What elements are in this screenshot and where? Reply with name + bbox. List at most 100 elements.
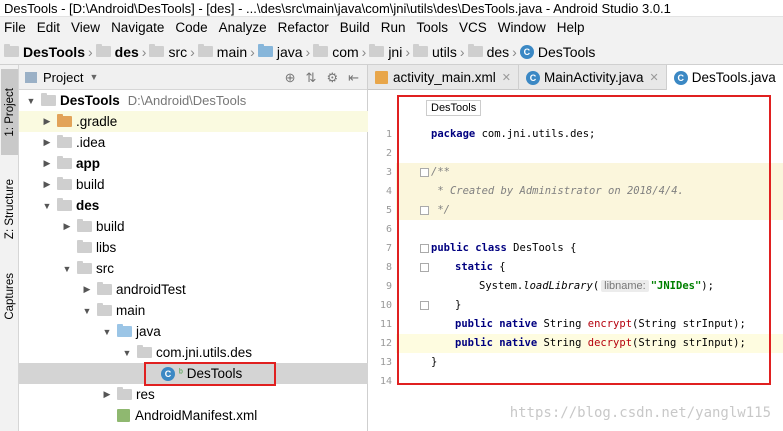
crumb-des-pkg[interactable]: des › [467, 44, 517, 60]
folder-icon [77, 219, 92, 232]
menu-window[interactable]: Window [494, 17, 550, 39]
folder-icon [97, 282, 112, 295]
menu-edit[interactable]: Edit [33, 17, 64, 39]
crumb-main[interactable]: main › [197, 44, 255, 60]
highlight-box-editor [397, 95, 771, 385]
editor-tabs: activity_main.xml ✕ C MainActivity.java ✕ C… [368, 65, 783, 90]
folder-icon [197, 44, 213, 57]
module-folder-icon [57, 156, 72, 169]
menu-file[interactable]: File [0, 17, 30, 39]
watermark: https://blog.csdn.net/yanglw115 [509, 405, 771, 421]
tab-mainactivity-java[interactable]: C MainActivity.java ✕ [519, 65, 667, 90]
line-number-gutter: 1 2 3 4 5 6 7 8 9 10 11 12 13 14 [368, 125, 396, 431]
crumb-destools-class[interactable]: C DesTools [519, 44, 595, 60]
project-panel-header: Project ▼ ⊕ ⇅ ⚙ ⇤ [19, 65, 367, 90]
folder-icon [57, 177, 72, 190]
hide-panel-icon[interactable]: ⇤ [348, 70, 359, 86]
tree-item-java[interactable]: ▼ java [19, 321, 368, 342]
menu-analyze[interactable]: Analyze [215, 17, 271, 39]
menu-view[interactable]: View [67, 17, 104, 39]
line-number: 1 [385, 129, 392, 140]
tree-item-app[interactable]: ▶ app [19, 153, 368, 174]
manifest-file-icon [117, 409, 130, 422]
crumb-des[interactable]: des › [95, 44, 146, 60]
project-panel-title[interactable]: Project [43, 70, 83, 85]
line-number: 6 [385, 224, 392, 235]
resource-folder-icon [117, 387, 132, 400]
tree-item-libs[interactable]: libs [19, 237, 368, 258]
tool-tab-project[interactable]: 1: Project [1, 69, 18, 155]
package-icon [369, 44, 385, 57]
folder-icon [97, 303, 112, 316]
crumb-java[interactable]: java › [257, 44, 310, 60]
class-icon: C [519, 44, 534, 59]
tree-item-idea[interactable]: ▶ .idea [19, 132, 368, 153]
folder-icon [149, 44, 165, 57]
tree-item-des-build[interactable]: ▶ build [19, 216, 368, 237]
package-icon [137, 345, 152, 358]
crumb-jni[interactable]: jni › [369, 44, 410, 60]
tree-item-res[interactable]: ▶ res [19, 384, 368, 405]
tab-destools-java[interactable]: CDesTools.java✕ [666, 65, 783, 90]
module-folder-icon [41, 93, 56, 106]
tree-item-manifest[interactable]: AndroidManifest.xml [19, 405, 368, 426]
class-icon: C [673, 70, 688, 85]
class-icon: C [526, 70, 540, 85]
line-number: 9 [385, 281, 392, 292]
tree-item-src[interactable]: ▼ src [19, 258, 368, 279]
folder-icon [77, 240, 92, 253]
module-folder-icon [57, 198, 72, 211]
line-number: 5 [385, 205, 392, 216]
line-number: 10 [379, 300, 392, 311]
tool-tab-captures[interactable]: Captures [1, 261, 18, 331]
tree-item-root[interactable]: ▼ DesTools D:\Android\DesTools [19, 90, 368, 111]
tab-activity-main-xml[interactable]: activity_main.xml ✕ [368, 65, 519, 90]
project-view-icon [25, 71, 37, 83]
tree-item-package[interactable]: ▼ com.jni.utils.des [19, 342, 368, 363]
line-number: 12 [379, 338, 392, 349]
line-number: 7 [385, 243, 392, 254]
tree-item-gradle[interactable]: ▶ .gradle [19, 111, 368, 132]
crumb-com[interactable]: com › [313, 44, 366, 60]
folder-icon [77, 261, 92, 274]
tree-item-androidtest[interactable]: ▶ androidTest [19, 279, 368, 300]
line-number: 11 [379, 319, 392, 330]
source-folder-icon [257, 44, 273, 57]
package-icon [413, 44, 428, 57]
dropdown-arrow-icon[interactable]: ▼ [89, 72, 98, 82]
source-folder-icon [117, 324, 132, 337]
close-icon[interactable]: ✕ [650, 71, 659, 84]
line-number: 13 [379, 357, 392, 368]
close-icon[interactable]: ✕ [502, 71, 511, 84]
menu-build[interactable]: Build [336, 17, 374, 39]
line-number: 8 [385, 262, 392, 273]
crumb-src[interactable]: src › [149, 44, 195, 60]
menu-bar: File Edit View Navigate Code Analyze Ref… [0, 17, 783, 39]
menu-code[interactable]: Code [171, 17, 211, 39]
left-tool-strip: 1: Project Z: Structure Captures [0, 65, 19, 431]
locate-icon[interactable]: ⊕ [285, 70, 296, 86]
folder-icon [57, 135, 72, 148]
line-number: 4 [385, 186, 392, 197]
menu-refactor[interactable]: Refactor [274, 17, 333, 39]
highlight-box-tree [144, 362, 276, 386]
xml-file-icon [375, 71, 388, 84]
crumb-utils[interactable]: utils › [413, 44, 465, 60]
package-icon [467, 44, 483, 57]
menu-vcs[interactable]: VCS [455, 17, 491, 39]
window-title: DesTools - [D:\Android\DesTools] - [des]… [0, 0, 783, 17]
crumb-destools[interactable]: DesTools › [4, 44, 93, 60]
settings-gear-icon[interactable]: ⚙ [326, 70, 338, 86]
collapse-icon[interactable]: ⇅ [306, 70, 317, 86]
tree-item-main[interactable]: ▼ main [19, 300, 368, 321]
tree-item-des[interactable]: ▼ des [19, 195, 368, 216]
menu-run[interactable]: Run [377, 17, 410, 39]
package-icon [313, 44, 329, 57]
tree-item-build[interactable]: ▶ build [19, 174, 368, 195]
folder-icon [95, 44, 111, 57]
menu-help[interactable]: Help [553, 17, 589, 39]
line-number: 14 [379, 376, 392, 387]
menu-tools[interactable]: Tools [413, 17, 453, 39]
menu-navigate[interactable]: Navigate [107, 17, 168, 39]
tool-tab-structure[interactable]: Z: Structure [1, 161, 18, 257]
